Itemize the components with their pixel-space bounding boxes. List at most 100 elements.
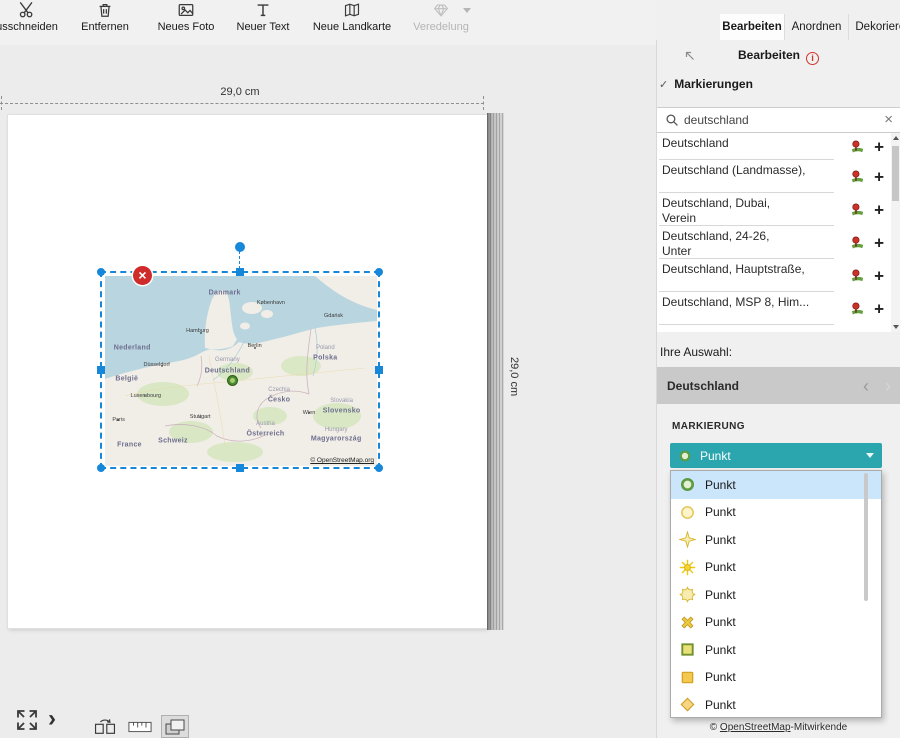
- turn-page-button[interactable]: [92, 716, 118, 737]
- marker-icon[interactable]: [850, 202, 865, 217]
- dropdown-option[interactable]: Punkt: [671, 664, 881, 692]
- dropdown-option[interactable]: Punkt: [671, 554, 881, 582]
- rotation-connector: [239, 251, 240, 269]
- toolbar-button[interactable]: usschneiden: [0, 0, 68, 45]
- ruler-label-width: 29,0 cm: [190, 86, 290, 98]
- option-label: Punkt: [705, 588, 736, 602]
- handle-top-right[interactable]: [375, 268, 383, 276]
- attribution-link[interactable]: OpenStreetMap: [720, 722, 791, 733]
- toolbar-button[interactable]: Neue Landkarte: [305, 0, 399, 45]
- dropdown-option[interactable]: Punkt: [671, 691, 881, 718]
- scrollbar-thumb[interactable]: [892, 146, 899, 201]
- next-page-chevron[interactable]: [48, 705, 56, 733]
- result-actions: [850, 202, 884, 217]
- search-result-row[interactable]: Deutschland (Landmasse),: [657, 160, 892, 193]
- add-marker-button[interactable]: [874, 268, 884, 283]
- layers-icon: [163, 718, 187, 736]
- book-spine: [487, 113, 504, 630]
- panel-tabs: Bearbeiten Anordnen Dekorieren: [720, 14, 900, 40]
- search-result-row[interactable]: Deutschland, Dubai, Verein: [657, 193, 892, 226]
- text-icon: [253, 1, 273, 19]
- results-scrollbar[interactable]: [891, 133, 900, 332]
- dropdown-option[interactable]: Punkt: [671, 636, 881, 664]
- search-result-row[interactable]: Deutschland: [657, 133, 892, 160]
- info-icon[interactable]: [806, 52, 819, 65]
- point-green-ring-icon: [678, 449, 692, 463]
- selection-heading: Ihre Auswahl:: [660, 345, 732, 359]
- add-marker-button[interactable]: [874, 139, 884, 154]
- search-input[interactable]: [684, 113, 879, 127]
- canvas-area: 29,0 cm 29,0 cm: [0, 45, 656, 738]
- add-marker-button[interactable]: [874, 202, 884, 217]
- tab[interactable]: Anordnen: [784, 14, 848, 40]
- dropdown-option[interactable]: Punkt: [671, 499, 881, 527]
- add-marker-button[interactable]: [874, 235, 884, 250]
- tab[interactable]: Bearbeiten: [720, 14, 784, 40]
- next-selection-arrow[interactable]: [885, 377, 891, 395]
- scroll-up-arrow[interactable]: [893, 136, 899, 140]
- marker-style-options: Punkt Punkt Punkt Punkt Punkt: [670, 470, 882, 718]
- clear-search-icon[interactable]: [884, 113, 893, 127]
- search-result-row[interactable]: Deutschland, MSP 8, Him...: [657, 292, 892, 325]
- handle-middle-right[interactable]: [375, 366, 383, 374]
- toolbar-button[interactable]: Veredelung: [399, 0, 483, 45]
- markierungen-label: Markierungen: [674, 77, 753, 91]
- result-line-1: Deutschland: [662, 136, 828, 151]
- prev-selection-arrow[interactable]: [863, 377, 869, 395]
- ruler-line-horizontal: [0, 103, 484, 104]
- result-actions: [850, 268, 884, 283]
- marker-icon[interactable]: [850, 235, 865, 250]
- handle-bottom-right[interactable]: [375, 464, 383, 472]
- handle-middle-left[interactable]: [97, 366, 105, 374]
- option-label: Punkt: [705, 615, 736, 629]
- search-box: [657, 107, 900, 133]
- remove-marker-badge[interactable]: [133, 266, 152, 285]
- marker-style-dropdown[interactable]: Punkt: [670, 443, 882, 468]
- panel-title: Bearbeiten: [657, 48, 900, 65]
- dropdown-option[interactable]: Punkt: [671, 471, 881, 499]
- option-label: Punkt: [705, 643, 736, 657]
- scroll-down-arrow[interactable]: [893, 325, 899, 329]
- dropdown-option[interactable]: Punkt: [671, 526, 881, 554]
- chevron-down-icon: [463, 8, 471, 13]
- handle-bottom-middle[interactable]: [236, 464, 244, 472]
- search-result-row[interactable]: Deutschland, 24-26, Unter: [657, 226, 892, 259]
- point-yellow-flower-icon: [679, 586, 696, 603]
- fullscreen-button[interactable]: [14, 707, 40, 733]
- toolbar-button[interactable]: Neues Foto: [145, 0, 227, 45]
- markierungen-section-header[interactable]: Markierungen: [659, 77, 753, 91]
- ruler-toggle-button[interactable]: [127, 716, 153, 737]
- result-line-1: Deutschland, 24-26,: [662, 229, 828, 244]
- option-label: Punkt: [705, 478, 736, 492]
- finishing-icon: [431, 1, 451, 19]
- dropdown-option[interactable]: Punkt: [671, 609, 881, 637]
- point-yellow-circle-icon: [679, 504, 696, 521]
- marker-icon[interactable]: [850, 169, 865, 184]
- options-scrollbar-thumb[interactable]: [864, 473, 868, 601]
- add-marker-button[interactable]: [874, 301, 884, 316]
- option-label: Punkt: [705, 560, 736, 574]
- turn-page-icon: [93, 718, 117, 736]
- point-green-ring-icon: [679, 476, 696, 493]
- marker-icon[interactable]: [850, 301, 865, 316]
- view-toolbar: [92, 716, 188, 737]
- add-marker-button[interactable]: [874, 169, 884, 184]
- tab[interactable]: Dekorieren: [848, 14, 900, 40]
- handle-bottom-left[interactable]: [97, 464, 105, 472]
- marker-icon[interactable]: [850, 268, 865, 283]
- point-yellow-sun-icon: [679, 559, 696, 576]
- handle-top-left[interactable]: [97, 268, 105, 276]
- attribution-prefix: ©: [710, 722, 720, 733]
- remove-icon: [95, 1, 115, 19]
- search-result-row[interactable]: Deutschland, Hauptstraße,: [657, 259, 892, 292]
- layers-toggle-button[interactable]: [162, 716, 188, 737]
- rotation-handle[interactable]: [235, 242, 245, 252]
- handle-top-middle[interactable]: [236, 268, 244, 276]
- result-actions: [850, 235, 884, 250]
- scissors-icon: [17, 1, 37, 19]
- markierung-heading: MARKIERUNG: [672, 421, 745, 432]
- marker-icon[interactable]: [850, 139, 865, 154]
- dropdown-option[interactable]: Punkt: [671, 581, 881, 609]
- toolbar-button[interactable]: Entfernen: [64, 0, 146, 45]
- toolbar-button[interactable]: Neuer Text: [222, 0, 304, 45]
